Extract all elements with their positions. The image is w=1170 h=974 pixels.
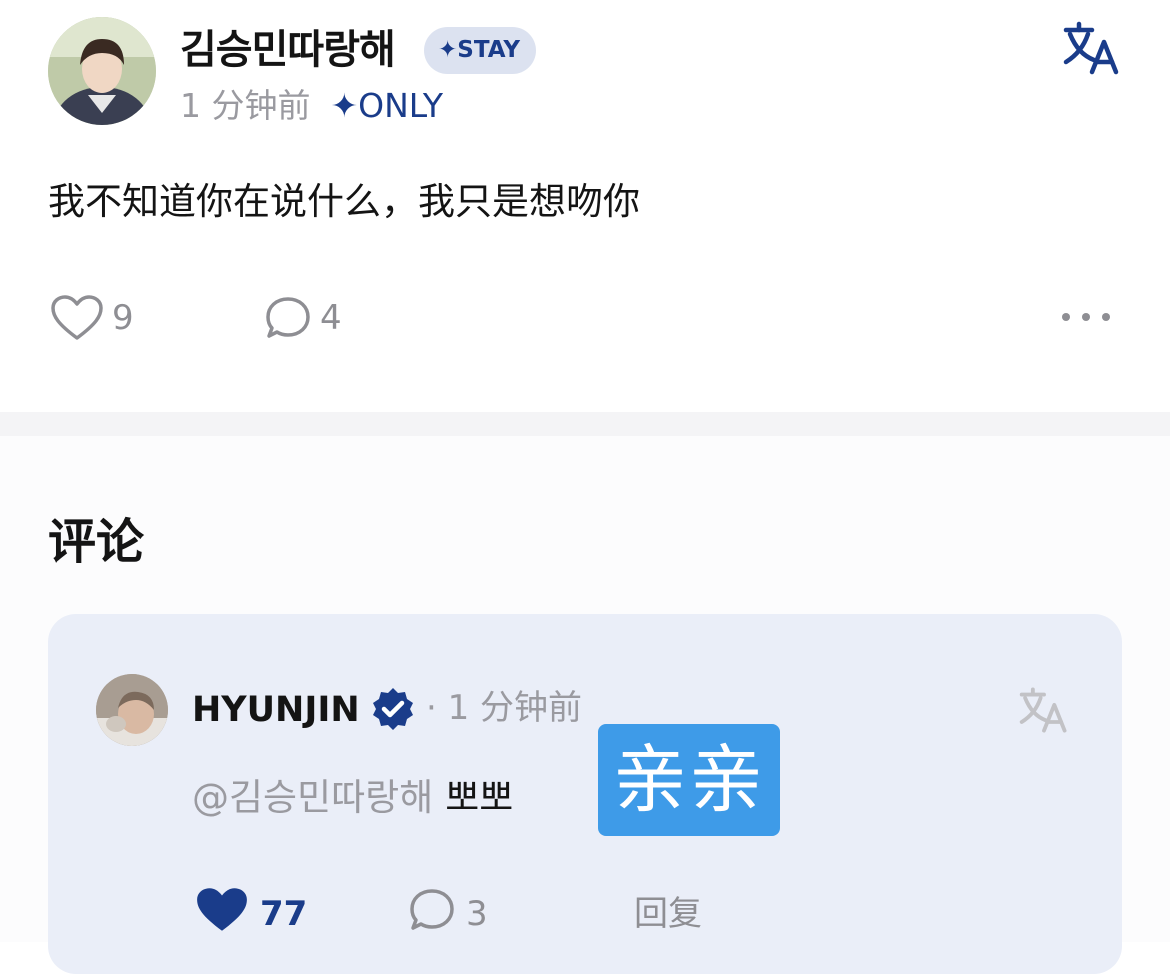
comment-body: 뽀뽀 [445,776,514,819]
comment-time: · 1 分钟前 [426,688,583,728]
comment-mention[interactable]: @김승민따랑해 [192,776,433,819]
only-badge: ✦ONLY [330,86,443,125]
post-author-avatar[interactable] [48,17,156,125]
comment-author-avatar[interactable] [96,674,168,746]
speech-bubble-icon [264,294,312,342]
like-count: 9 [112,298,134,338]
post-text: 我不知道你在说什么，我只是想吻你 [48,180,640,223]
translation-overlay: 亲亲 [598,724,780,836]
heart-filled-icon [194,885,250,944]
comment-reply-count-button[interactable]: 3 [408,888,488,940]
post-time: 1 分钟前 [180,86,311,125]
comment-author-name[interactable]: HYUNJIN [192,686,360,734]
post-author-name[interactable]: 김승민따랑해 [180,24,396,76]
heart-outline-icon [50,294,104,342]
post-meta: 1 分钟前 ✦ONLY [180,84,443,128]
stay-badge: ✦STAY [424,27,536,74]
section-divider [0,412,1170,436]
verified-badge-icon [370,686,416,732]
comments-title: 评论 [48,514,145,570]
translate-icon[interactable] [1062,20,1122,76]
translate-icon[interactable] [1018,686,1070,734]
speech-bubble-icon [408,886,456,943]
comment-button[interactable]: 4 [264,294,342,342]
comment-text: @김승민따랑해 뽀뽀 [192,772,513,824]
like-button[interactable]: 9 [50,294,134,342]
comment-like-count: 77 [260,894,308,934]
more-dots-icon[interactable] [1058,300,1118,334]
reply-button[interactable]: 回复 [634,888,702,940]
comment-count: 4 [320,298,342,338]
comment-like-button[interactable]: 77 [194,887,308,940]
comment-reply-count: 3 [466,894,488,934]
